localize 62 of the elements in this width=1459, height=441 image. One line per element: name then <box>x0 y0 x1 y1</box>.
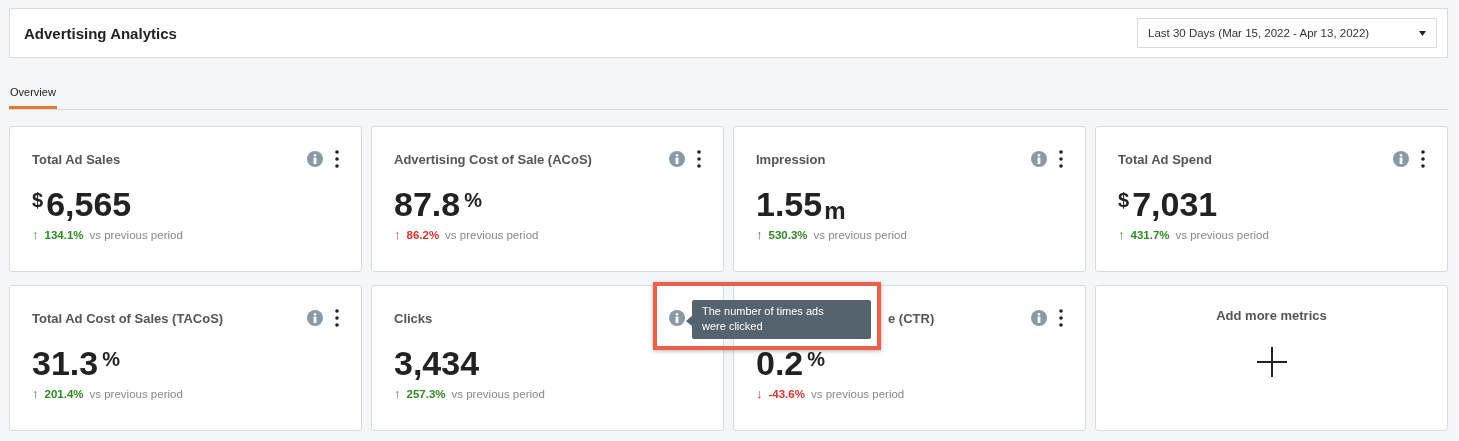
metric-title: Impression <box>756 151 826 167</box>
trend-arrow: ↓ <box>756 386 763 401</box>
more-options-icon[interactable] <box>1421 150 1425 168</box>
metric-title: Clicks <box>394 310 433 326</box>
unit-label: m <box>824 197 846 225</box>
info-icon[interactable] <box>1031 151 1047 167</box>
trend-arrow: ↑ <box>32 227 39 242</box>
tooltip: The number of times ads were clicked <box>692 300 871 339</box>
change-percentage: 530.3% <box>768 228 808 241</box>
metric-value: 1.55 <box>756 184 823 225</box>
change-percentage: 257.3% <box>406 387 446 400</box>
caret-icon <box>1419 30 1426 36</box>
comparison-label: vs previous period <box>810 387 905 400</box>
more-options-icon[interactable] <box>335 309 339 327</box>
metric-title: e (CTR) <box>888 310 935 326</box>
add-metrics-card[interactable]: Add more metrics <box>1095 285 1448 431</box>
info-icon[interactable] <box>1031 310 1047 326</box>
change-percentage: 134.1% <box>44 228 84 241</box>
more-options-icon[interactable] <box>1059 309 1063 327</box>
change-percentage: -43.6% <box>768 387 805 400</box>
unit-label: % <box>807 348 826 371</box>
plus-icon[interactable] <box>1256 347 1287 377</box>
metric-value: 0.2 <box>756 343 804 384</box>
comparison-label: vs previous period <box>1175 228 1269 241</box>
trend-arrow: ↑ <box>394 386 401 401</box>
info-icon[interactable] <box>1393 151 1409 167</box>
change-percentage: 86.2% <box>406 228 440 241</box>
date-range-dropdown[interactable]: Last 30 Days (Mar 15, 2022 - Apr 13, 2022) <box>1137 18 1437 48</box>
comparison-label: vs previous period <box>89 387 183 400</box>
trend-arrow: ↑ <box>1118 227 1125 242</box>
currency-symbol: $ <box>32 189 44 212</box>
trend-arrow: ↑ <box>394 227 401 242</box>
metric-title: Total Ad Sales <box>32 151 121 167</box>
unit-label: % <box>102 348 120 371</box>
info-icon[interactable] <box>307 151 323 167</box>
add-metrics-label: Add more metrics <box>1216 308 1327 323</box>
change-percentage: 201.4% <box>44 387 84 400</box>
metric-value: 6,565 <box>46 184 132 225</box>
tab[interactable]: Overview <box>9 78 57 109</box>
trend-arrow: ↑ <box>32 386 39 401</box>
metric-value: 31.3 <box>32 343 99 384</box>
unit-label: % <box>464 189 482 212</box>
metric-title: Total Ad Spend <box>1118 151 1212 167</box>
metric-title: Total Ad Cost of Sales (TACoS) <box>32 310 224 326</box>
more-options-icon[interactable] <box>697 150 701 168</box>
more-options-icon[interactable] <box>335 150 339 168</box>
metric-value: 7,031 <box>1132 184 1218 225</box>
metric-value: 3,434 <box>394 343 480 384</box>
page-title: Advertising Analytics <box>24 24 177 42</box>
comparison-label: vs previous period <box>89 228 183 241</box>
change-percentage: 431.7% <box>1130 228 1170 241</box>
metric-value: 87.8 <box>394 184 461 225</box>
metric-title: Advertising Cost of Sale (ACoS) <box>394 151 592 167</box>
more-options-icon[interactable] <box>1059 150 1063 168</box>
trend-arrow: ↑ <box>756 227 763 242</box>
info-icon[interactable] <box>669 310 685 326</box>
comparison-label: vs previous period <box>451 387 545 400</box>
currency-symbol: $ <box>1118 189 1130 212</box>
comparison-label: vs previous period <box>813 228 907 241</box>
info-icon[interactable] <box>669 151 685 167</box>
comparison-label: vs previous period <box>445 228 539 241</box>
info-icon[interactable] <box>307 310 323 326</box>
